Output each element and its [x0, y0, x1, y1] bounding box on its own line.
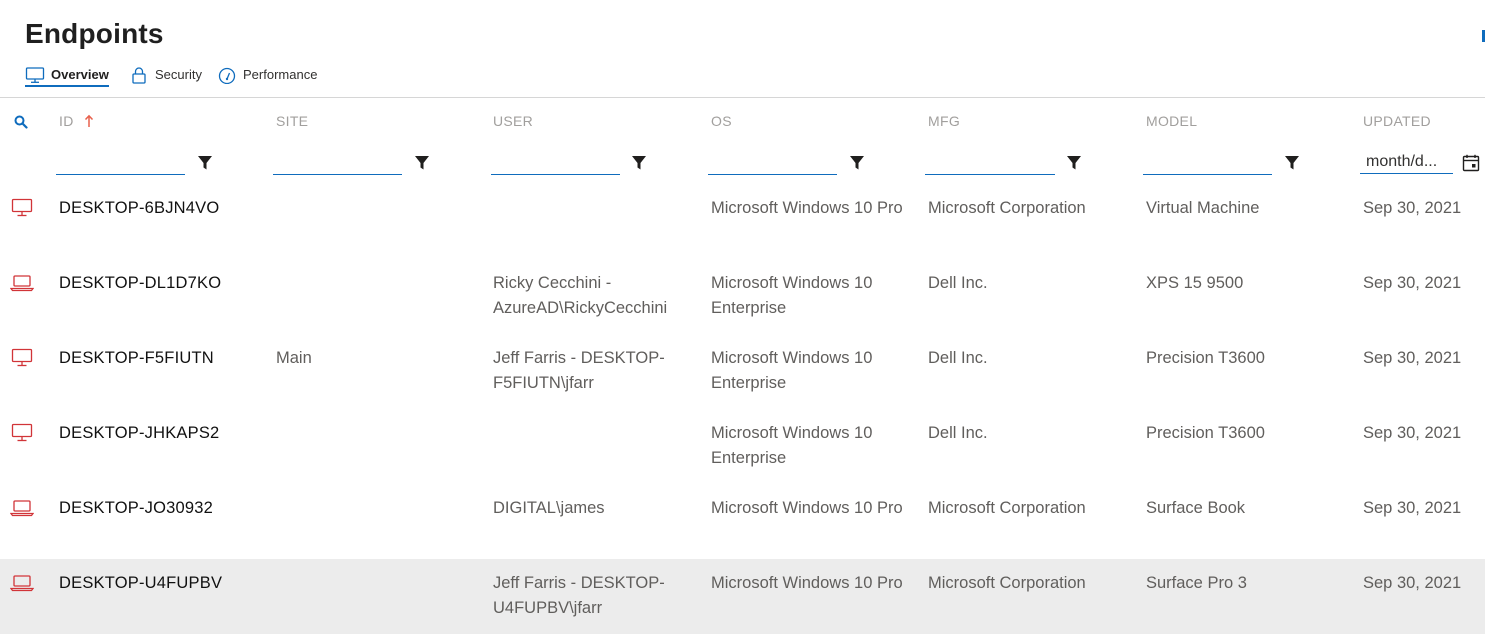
cell-site: Main	[276, 349, 312, 367]
cell-model: Precision T3600	[1146, 349, 1265, 367]
filter-icon[interactable]	[1066, 155, 1082, 171]
desktop-icon	[11, 423, 33, 442]
cell-updated: Sep 30, 2021	[1363, 274, 1462, 292]
laptop-icon	[10, 575, 34, 592]
tab-overview[interactable]: Overview	[25, 64, 109, 87]
cell-id: DESKTOP-JO30932	[59, 499, 214, 517]
cell-id: DESKTOP-F5FIUTN	[59, 349, 214, 367]
cell-model: Surface Book	[1146, 499, 1246, 517]
cell-mfg: Microsoft Corporation	[928, 199, 1086, 217]
filter-input-os[interactable]	[708, 150, 837, 175]
filter-icon[interactable]	[414, 155, 430, 171]
filter-input-updated[interactable]: month/d...	[1360, 150, 1453, 174]
cell-os: Microsoft Windows 10 Pro	[711, 574, 903, 592]
page-title: Endpoints	[25, 18, 164, 49]
cell-mfg: Dell Inc.	[928, 424, 988, 442]
filter-icon[interactable]	[849, 155, 865, 171]
cell-mfg: Dell Inc.	[928, 274, 988, 292]
cell-os: Microsoft Windows 10 Pro	[711, 499, 903, 517]
column-header-site[interactable]: SITE	[276, 113, 308, 129]
tab-security[interactable]: Security	[129, 64, 202, 85]
search-icon[interactable]	[13, 114, 29, 130]
column-header-updated[interactable]: UPDATED	[1363, 113, 1431, 129]
tab-security-label: Security	[155, 67, 202, 82]
gauge-icon	[218, 67, 236, 84]
sort-ascending-icon[interactable]	[84, 114, 94, 128]
table-row[interactable]: DESKTOP-JO30932 DIGITAL\james Microsoft Wi…	[0, 484, 1485, 559]
cell-model: Precision T3600	[1146, 424, 1265, 442]
cell-id: DESKTOP-DL1D7KO	[59, 274, 222, 292]
cell-user: Ricky Cecchini - AzureAD\RickyCecchini	[493, 274, 668, 317]
filter-input-mfg[interactable]	[925, 150, 1055, 175]
filter-input-site[interactable]	[273, 150, 402, 175]
cell-user: Jeff Farris - DESKTOP-U4FUPBV\jfarr	[493, 574, 665, 617]
cell-user: DIGITAL\james	[493, 499, 605, 517]
filter-input-id[interactable]	[56, 150, 185, 175]
table-row[interactable]: DESKTOP-JHKAPS2 Microsoft Windows 10 Ente…	[0, 409, 1485, 484]
tab-overview-label: Overview	[51, 67, 109, 82]
filter-input-user[interactable]	[491, 150, 620, 175]
cell-model: Virtual Machine	[1146, 199, 1260, 217]
cell-id: DESKTOP-U4FUPBV	[59, 574, 223, 592]
cell-mfg: Dell Inc.	[928, 349, 988, 367]
cell-os: Microsoft Windows 10 Enterprise	[711, 349, 873, 392]
desktop-icon	[11, 348, 33, 367]
column-header-os[interactable]: OS	[711, 113, 732, 129]
desktop-icon	[11, 198, 33, 217]
filter-icon[interactable]	[1284, 155, 1300, 171]
filter-icon[interactable]	[197, 155, 213, 171]
cell-id: DESKTOP-JHKAPS2	[59, 424, 220, 442]
column-header-id-label: ID	[59, 113, 74, 129]
table-row[interactable]: DESKTOP-6BJN4VO Microsoft Windows 10 Pro M…	[0, 184, 1485, 259]
table-row[interactable]: DESKTOP-U4FUPBV Jeff Farris - DESKTOP-U4F…	[0, 559, 1485, 634]
cell-updated: Sep 30, 2021	[1363, 499, 1462, 517]
cell-updated: Sep 30, 2021	[1363, 424, 1462, 442]
lock-icon	[132, 66, 146, 84]
header-divider	[0, 97, 1485, 98]
laptop-icon	[10, 275, 34, 292]
table-row[interactable]: DESKTOP-F5FIUTN Main Jeff Farris - DESKTOP…	[0, 334, 1485, 409]
cell-os: Microsoft Windows 10 Enterprise	[711, 274, 873, 317]
filter-icon[interactable]	[631, 155, 647, 171]
laptop-icon	[10, 500, 34, 517]
cell-id: DESKTOP-6BJN4VO	[59, 199, 220, 217]
filter-input-model[interactable]	[1143, 150, 1272, 175]
calendar-icon[interactable]	[1462, 154, 1480, 172]
cell-os: Microsoft Windows 10 Pro	[711, 199, 903, 217]
cell-model: Surface Pro 3	[1146, 574, 1247, 592]
tab-performance-label: Performance	[243, 67, 318, 82]
cell-updated: Sep 30, 2021	[1363, 574, 1462, 592]
column-header-user[interactable]: USER	[493, 113, 533, 129]
column-header-id[interactable]: ID	[59, 113, 94, 129]
monitor-icon	[25, 66, 45, 83]
cell-mfg: Microsoft Corporation	[928, 574, 1086, 592]
cell-mfg: Microsoft Corporation	[928, 499, 1086, 517]
cell-os: Microsoft Windows 10 Enterprise	[711, 424, 873, 467]
cell-user: Jeff Farris - DESKTOP-F5FIUTN\jfarr	[493, 349, 665, 392]
table-row[interactable]: DESKTOP-DL1D7KO Ricky Cecchini - AzureAD\…	[0, 259, 1485, 334]
tab-performance[interactable]: Performance	[217, 64, 317, 85]
column-header-mfg[interactable]: MFG	[928, 113, 960, 129]
column-header-model[interactable]: MODEL	[1146, 113, 1197, 129]
cell-updated: Sep 30, 2021	[1363, 349, 1462, 367]
cell-model: XPS 15 9500	[1146, 274, 1244, 292]
cell-updated: Sep 30, 2021	[1363, 199, 1462, 217]
